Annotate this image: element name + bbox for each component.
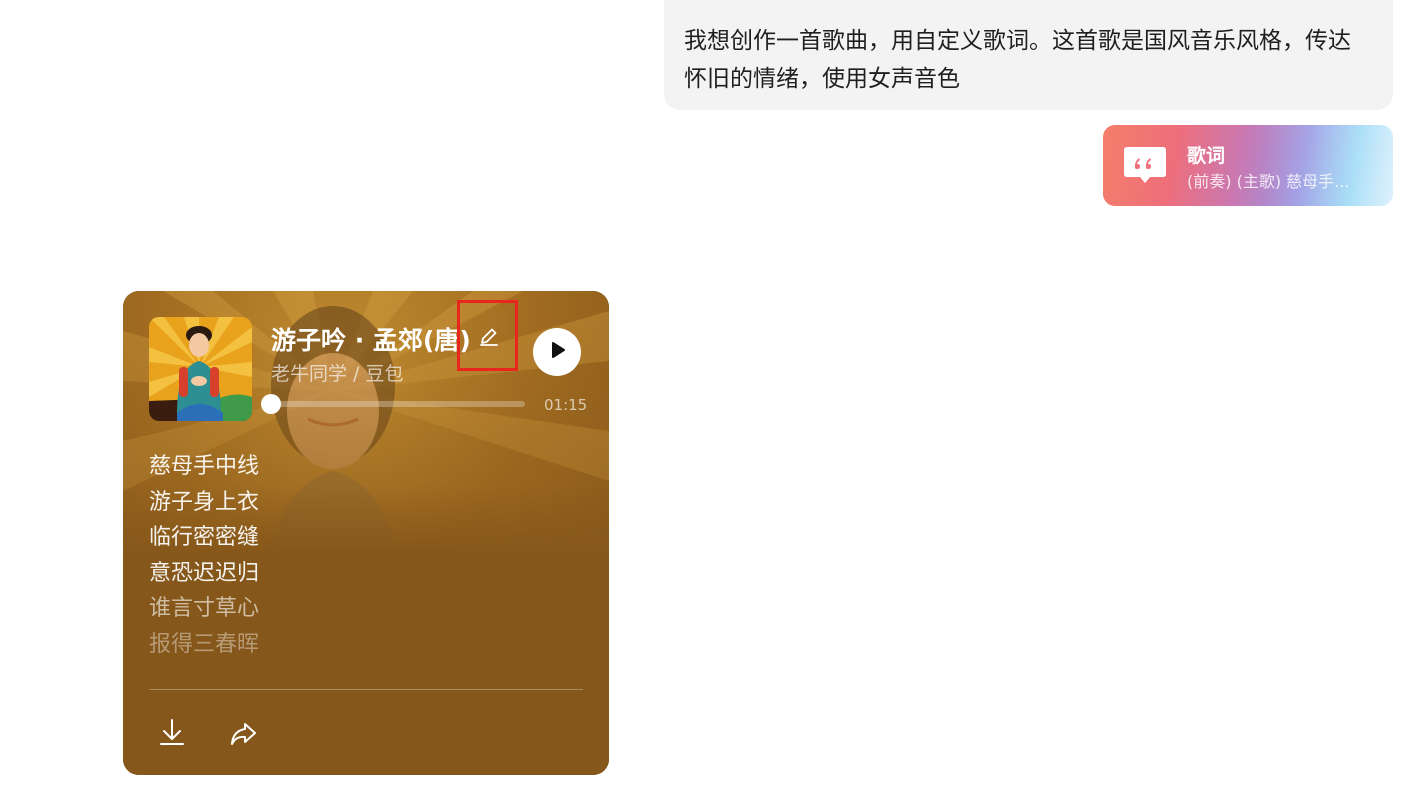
highlight-annotation-box [457,300,518,371]
lyrics-attachment-title: 歌词 [1187,145,1226,167]
lyric-line: 谁言寸草心 [149,596,260,621]
song-title: 游子吟 · 孟郊(唐) [271,326,471,355]
lyric-line: 游子身上衣 [149,489,260,515]
album-cover [149,317,252,421]
lyric-line: 意恐迟迟归 [149,560,260,586]
song-card: 游子吟 · 孟郊(唐) 老牛同学 / 豆包 01:15 慈母手中线游子身上衣临行… [123,291,609,775]
download-button[interactable] [156,716,188,748]
quote-icon [1123,145,1167,185]
lyric-line: 慈母手中线 [149,454,260,479]
download-icon [156,719,188,752]
play-button[interactable] [533,328,581,376]
share-button[interactable] [227,718,259,750]
lyrics-attachment-card[interactable]: 歌词 (前奏) (主歌) 慈母手... [1103,125,1393,206]
user-message-bubble: 我想创作一首歌曲，用自定义歌词。这首歌是国风音乐风格，传达怀旧的情绪，使用女声音… [664,0,1393,110]
share-icon [227,723,259,754]
lyric-line: 临行密密缝 [149,525,260,550]
progress-bar[interactable] [261,394,525,414]
progress-handle[interactable] [261,394,281,414]
lyric-line: 报得三春晖 [149,631,260,657]
play-icon [546,339,568,365]
song-duration: 01:15 [544,396,588,414]
lyrics-attachment-preview: (前奏) (主歌) 慈母手... [1187,172,1350,191]
song-artist: 老牛同学 / 豆包 [271,363,404,385]
lyrics-list: 慈母手中线游子身上衣临行密密缝意恐迟迟归谁言寸草心报得三春晖 [149,449,259,662]
user-message-text: 我想创作一首歌曲，用自定义歌词。这首歌是国风音乐风格，传达怀旧的情绪，使用女声音… [684,28,1351,92]
card-divider [149,689,583,690]
